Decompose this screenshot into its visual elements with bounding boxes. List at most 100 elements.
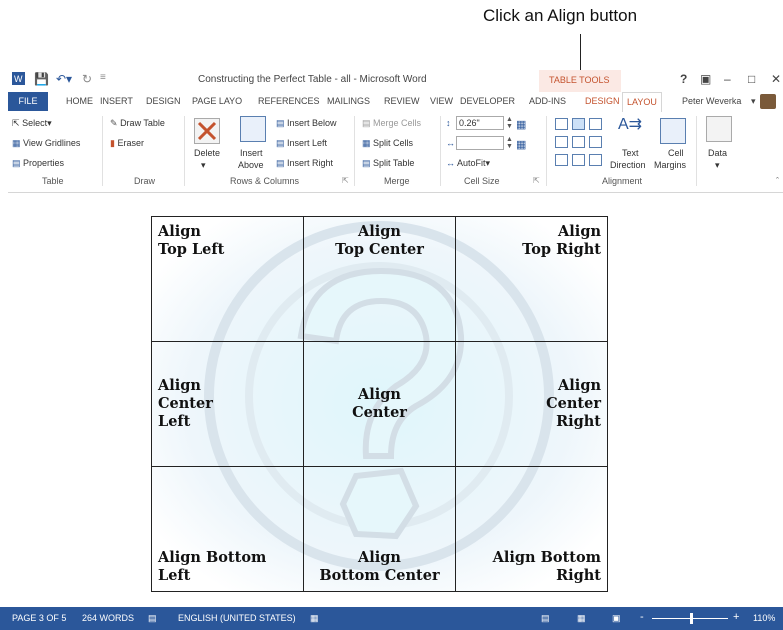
collapse-ribbon-icon[interactable]: ˆ	[776, 176, 779, 186]
align-top-right-button[interactable]	[589, 118, 602, 130]
zoom-slider-thumb[interactable]	[690, 613, 693, 624]
chevron-down-icon[interactable]: ▾	[715, 160, 720, 171]
align-center-button[interactable]	[572, 136, 585, 148]
align-bottom-right-button[interactable]	[589, 154, 602, 166]
tab-page-layout[interactable]: PAGE LAYO	[188, 92, 246, 111]
maximize-button[interactable]: □	[748, 72, 755, 86]
align-center-right-button[interactable]	[589, 136, 602, 148]
insert-right-button[interactable]: ▤ Insert Right	[276, 158, 333, 169]
column-width-input[interactable]	[456, 136, 504, 150]
insert-above-label-2[interactable]: Above	[238, 160, 264, 170]
dialog-launcher-icon[interactable]: ⇱	[533, 176, 540, 185]
text-direction-label-1[interactable]: Text	[622, 148, 639, 158]
row-height-input[interactable]: 0.26"	[456, 116, 504, 130]
cell-bottom-right[interactable]: Align Bottom Right	[455, 466, 608, 592]
align-bottom-center-button[interactable]	[572, 154, 585, 166]
tab-mailings[interactable]: MAILINGS	[323, 92, 374, 111]
table-tools-label: TABLE TOOLS	[549, 75, 610, 85]
tab-table-design[interactable]: DESIGN	[581, 92, 624, 111]
tab-add-ins[interactable]: ADD-INS	[525, 92, 570, 111]
insert-above-icon[interactable]	[240, 116, 266, 142]
tab-developer[interactable]: DEVELOPER	[456, 92, 519, 111]
text-direction-label-2[interactable]: Direction	[610, 160, 646, 170]
tab-design[interactable]: DESIGN	[142, 92, 185, 111]
zoom-level[interactable]: 110%	[753, 613, 775, 623]
zoom-in-button[interactable]: +	[733, 611, 739, 623]
delete-label[interactable]: Delete	[194, 148, 220, 158]
group-label-draw: Draw	[134, 176, 156, 186]
word-count[interactable]: 264 WORDS	[82, 613, 134, 623]
close-button[interactable]: ✕	[771, 72, 781, 86]
insert-above-label-1[interactable]: Insert	[240, 148, 263, 158]
chevron-down-icon[interactable]: ▾	[751, 92, 756, 111]
print-layout-icon[interactable]: ▦	[577, 613, 586, 624]
minimize-button[interactable]: –	[724, 72, 731, 86]
word-icon[interactable]: W	[12, 72, 25, 88]
align-center-left-button[interactable]	[555, 136, 568, 148]
tab-view[interactable]: VIEW	[426, 92, 457, 111]
cell-bottom-left[interactable]: Align Bottom Left	[151, 466, 304, 592]
separator	[546, 116, 547, 186]
align-bottom-left-button[interactable]	[555, 154, 568, 166]
perfect-table[interactable]: Align Top Left Align Top Center Align To…	[151, 216, 608, 592]
data-label[interactable]: Data	[708, 148, 727, 158]
view-gridlines-button[interactable]: ▦ View Gridlines	[12, 138, 80, 149]
customize-qat-icon[interactable]: ≡	[100, 72, 106, 83]
cell-bottom-center[interactable]: Align Bottom Center	[303, 466, 456, 592]
cell-top-left[interactable]: Align Top Left	[151, 216, 304, 342]
eraser-button[interactable]: ▮ Eraser	[110, 138, 144, 149]
help-button[interactable]: ?	[680, 72, 687, 86]
web-layout-icon[interactable]: ▣	[612, 613, 621, 624]
tab-table-layout[interactable]: LAYOU	[622, 92, 662, 113]
draw-table-button[interactable]: ✎ Draw Table	[110, 118, 165, 129]
cell-top-center[interactable]: Align Top Center	[303, 216, 456, 342]
tab-home[interactable]: HOME	[62, 92, 97, 111]
align-top-center-button[interactable]	[572, 118, 585, 130]
page-count[interactable]: PAGE 3 OF 5	[12, 613, 66, 623]
split-cells-button[interactable]: ▦ Split Cells	[362, 138, 413, 149]
ribbon-display-icon[interactable]: ▣	[700, 72, 711, 86]
merge-cells-label: Merge Cells	[373, 118, 422, 128]
macro-icon[interactable]: ▦	[310, 613, 319, 624]
cell-top-right[interactable]: Align Top Right	[455, 216, 608, 342]
chevron-down-icon[interactable]: ▾	[201, 160, 206, 171]
cell-center[interactable]: Align Center	[303, 341, 456, 467]
autofit-button[interactable]: ↔ AutoFit▾	[446, 158, 490, 169]
merge-cells-button[interactable]: ▤ Merge Cells	[362, 118, 421, 129]
cell-margins-label-1[interactable]: Cell	[668, 148, 684, 158]
zoom-out-button[interactable]: -	[640, 611, 644, 623]
user-name[interactable]: Peter Weverka	[682, 92, 741, 111]
undo-icon[interactable]: ↶▾	[56, 72, 72, 86]
row-height-spinner-icon[interactable]: ▲ ▼	[506, 116, 513, 130]
cell-margins-icon[interactable]	[660, 118, 686, 144]
properties-button[interactable]: ▤ Properties	[12, 158, 64, 169]
cell-center-right[interactable]: Align Center Right	[455, 341, 608, 467]
column-width-spinner-icon[interactable]: ▲ ▼	[506, 136, 513, 150]
insert-below-button[interactable]: ▤ Insert Below	[276, 118, 337, 129]
tab-insert[interactable]: INSERT	[96, 92, 137, 111]
select-button[interactable]: ⇱ Select▾	[12, 118, 52, 129]
avatar[interactable]	[760, 94, 776, 109]
delete-table-icon[interactable]	[194, 118, 220, 144]
text-direction-icon[interactable]: A⇉	[618, 114, 642, 134]
data-icon[interactable]	[706, 116, 732, 142]
redo-icon[interactable]: ↻	[82, 72, 92, 86]
table-tools-header: TABLE TOOLS	[539, 70, 621, 92]
tab-review[interactable]: REVIEW	[380, 92, 424, 111]
insert-right-label: Insert Right	[287, 158, 334, 168]
distribute-rows-icon[interactable]: ▦	[516, 118, 526, 131]
separator	[184, 116, 185, 186]
save-icon[interactable]: 💾	[34, 72, 49, 86]
insert-left-button[interactable]: ▤ Insert Left	[276, 138, 327, 149]
proofing-icon[interactable]: ▤	[148, 613, 157, 624]
align-top-left-button[interactable]	[555, 118, 568, 130]
tab-file[interactable]: FILE	[8, 92, 48, 111]
read-mode-icon[interactable]: ▤	[541, 613, 550, 624]
dialog-launcher-icon[interactable]: ⇱	[342, 176, 349, 185]
language[interactable]: ENGLISH (UNITED STATES)	[178, 613, 296, 623]
tab-references[interactable]: REFERENCES	[254, 92, 324, 111]
cell-margins-label-2[interactable]: Margins	[654, 160, 686, 170]
distribute-columns-icon[interactable]: ▦	[516, 138, 526, 151]
cell-center-left[interactable]: Align Center Left	[151, 341, 304, 467]
split-table-button[interactable]: ▤ Split Table	[362, 158, 414, 169]
